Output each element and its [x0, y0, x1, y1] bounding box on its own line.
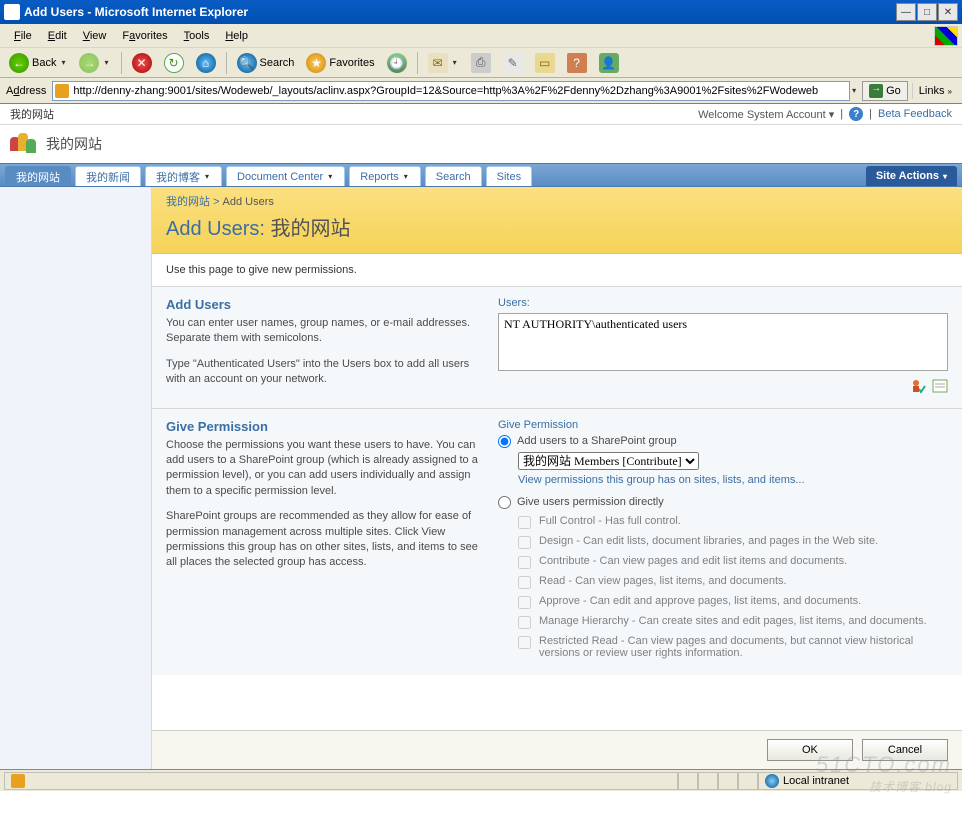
- history-button[interactable]: 🕘: [382, 50, 412, 76]
- section-head-permission: Give Permission: [166, 419, 478, 434]
- go-icon: [869, 84, 883, 98]
- main-area: 我的网站 > Add Users Add Users: 我的网站 Use thi…: [0, 187, 962, 769]
- window-title-bar: Add Users - Microsoft Internet Explorer …: [0, 0, 962, 24]
- tab-document-center[interactable]: Document Center ▾: [226, 166, 345, 186]
- permission-list: Full Control - Has full control. Design …: [518, 515, 948, 659]
- radio-give-directly-input[interactable]: [498, 496, 511, 509]
- perm-read: Read - Can view pages, list items, and d…: [518, 575, 948, 589]
- menu-favorites[interactable]: Favorites: [114, 27, 175, 45]
- button-row: OK Cancel: [152, 730, 962, 769]
- sp-root-link[interactable]: 我的网站: [10, 106, 698, 122]
- perm-design: Design - Can edit lists, document librar…: [518, 535, 948, 549]
- status-panel-main: [4, 772, 678, 790]
- menu-help[interactable]: Help: [217, 27, 256, 45]
- ie-icon: [4, 4, 20, 20]
- globe-icon: [765, 774, 779, 788]
- security-zone[interactable]: Local intranet: [758, 772, 958, 790]
- close-button[interactable]: ✕: [938, 3, 958, 21]
- tab-mysite[interactable]: 我的网站: [5, 166, 71, 186]
- sp-welcome-band: 我的网站 Welcome System Account ▾ | ? | Beta…: [0, 104, 962, 125]
- perm-full-control: Full Control - Has full control.: [518, 515, 948, 529]
- breadcrumb-root[interactable]: 我的网站: [166, 196, 210, 208]
- give-permission-section: Give Permission Choose the permissions y…: [152, 408, 962, 675]
- site-actions-menu[interactable]: Site Actions ▾: [866, 166, 957, 186]
- browser-toolbar: ←Back▾ →▾ ✕ ↻ ⌂ 🔍Search ★Favorites 🕘 ✉▾ …: [0, 48, 962, 78]
- add-users-section: Add Users You can enter user names, grou…: [152, 287, 962, 408]
- radio-add-to-group-input[interactable]: [498, 435, 511, 448]
- perm-contribute: Contribute - Can view pages and edit lis…: [518, 555, 948, 569]
- search-button[interactable]: 🔍Search: [232, 50, 300, 76]
- ok-button[interactable]: OK: [767, 739, 853, 761]
- radio-add-to-group[interactable]: Add users to a SharePoint group: [498, 435, 948, 448]
- messenger-button[interactable]: 👤: [594, 50, 624, 76]
- quick-launch: [0, 187, 152, 769]
- links-button[interactable]: Links »: [912, 83, 958, 99]
- give-permission-label: Give Permission: [498, 419, 948, 431]
- tab-sites[interactable]: Sites: [486, 166, 532, 186]
- perm-approve: Approve - Can edit and approve pages, li…: [518, 595, 948, 609]
- tab-myblog[interactable]: 我的博客 ▾: [145, 166, 222, 186]
- users-textbox[interactable]: NT AUTHORITY\authenticated users: [498, 313, 948, 371]
- section-head-addusers: Add Users: [166, 297, 478, 312]
- perm-restricted-read: Restricted Read - Can view pages and doc…: [518, 635, 948, 659]
- page-status-icon: [11, 774, 25, 788]
- content-area: 我的网站 > Add Users Add Users: 我的网站 Use thi…: [152, 187, 962, 769]
- page-header: 我的网站 > Add Users Add Users: 我的网站: [152, 187, 962, 254]
- status-panel-1: [678, 772, 698, 790]
- mail-button[interactable]: ✉▾: [423, 50, 464, 76]
- status-panel-4: [738, 772, 758, 790]
- maximize-button[interactable]: □: [917, 3, 937, 21]
- breadcrumb-current: Add Users: [223, 196, 274, 208]
- view-permissions-link[interactable]: View permissions this group has on sites…: [518, 474, 948, 486]
- forward-button[interactable]: →▾: [74, 50, 115, 76]
- windows-flag-icon: [934, 26, 958, 46]
- status-bar: Local intranet: [0, 769, 962, 791]
- minimize-button[interactable]: —: [896, 3, 916, 21]
- beta-feedback-link[interactable]: Beta Feedback: [878, 108, 952, 120]
- favorites-button[interactable]: ★Favorites: [301, 50, 379, 76]
- research-button[interactable]: ?: [562, 50, 592, 76]
- menu-edit[interactable]: Edit: [40, 27, 75, 45]
- page-icon: [55, 84, 69, 98]
- check-names-icon[interactable]: [910, 378, 926, 394]
- address-dropdown-icon[interactable]: ▾: [850, 86, 858, 95]
- tab-mynews[interactable]: 我的新闻: [75, 166, 141, 186]
- menu-file[interactable]: File: [6, 27, 40, 45]
- sp-top-nav: 我的网站 我的新闻 我的博客 ▾ Document Center ▾ Repor…: [0, 163, 962, 187]
- page-description: Use this page to give new permissions.: [152, 254, 962, 287]
- tab-search[interactable]: Search: [425, 166, 482, 186]
- radio-give-directly[interactable]: Give users permission directly: [498, 496, 948, 509]
- menu-view[interactable]: View: [75, 27, 115, 45]
- status-panel-2: [698, 772, 718, 790]
- back-button[interactable]: ←Back▾: [4, 50, 72, 76]
- home-button[interactable]: ⌂: [191, 50, 221, 76]
- window-title: Add Users - Microsoft Internet Explorer: [24, 5, 895, 19]
- perm-manage-hierarchy: Manage Hierarchy - Can create sites and …: [518, 615, 948, 629]
- address-label: Address: [4, 85, 48, 97]
- status-panel-3: [718, 772, 738, 790]
- menu-tools[interactable]: Tools: [176, 27, 218, 45]
- page-title: Add Users: 我的网站: [166, 212, 948, 241]
- address-bar: Address ▾ Go Links »: [0, 78, 962, 104]
- cancel-button[interactable]: Cancel: [862, 739, 948, 761]
- users-label: Users:: [498, 297, 948, 309]
- go-button[interactable]: Go: [862, 81, 908, 101]
- address-input[interactable]: [52, 81, 850, 101]
- refresh-button[interactable]: ↻: [159, 50, 189, 76]
- browse-users-icon[interactable]: [932, 378, 948, 394]
- stop-button[interactable]: ✕: [127, 50, 157, 76]
- help-icon[interactable]: ?: [849, 107, 863, 121]
- print-button[interactable]: ⎙: [466, 50, 496, 76]
- sp-site-title-area: 我的网站: [0, 125, 962, 163]
- tab-reports[interactable]: Reports ▾: [349, 166, 421, 186]
- edit-button[interactable]: ✎: [498, 50, 528, 76]
- breadcrumb: 我的网站 > Add Users: [166, 193, 948, 209]
- people-logo-icon: [10, 133, 38, 155]
- site-title[interactable]: 我的网站: [46, 134, 102, 154]
- discuss-button[interactable]: ▭: [530, 50, 560, 76]
- group-select[interactable]: 我的网站 Members [Contribute]: [518, 452, 699, 470]
- welcome-menu[interactable]: Welcome System Account ▾: [698, 108, 834, 121]
- menu-bar: File Edit View Favorites Tools Help: [0, 24, 962, 48]
